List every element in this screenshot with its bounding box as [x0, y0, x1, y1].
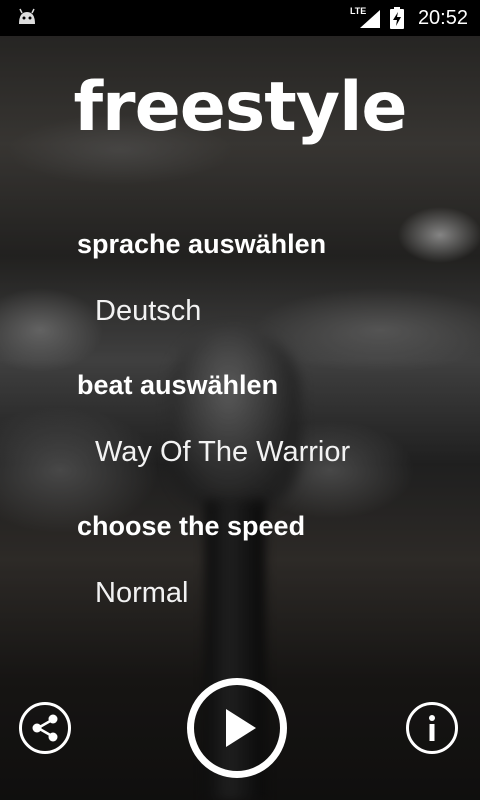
beat-value[interactable]: Way Of The Warrior	[95, 436, 350, 469]
beat-heading: beat auswählen	[77, 370, 279, 400]
android-debug-icon	[17, 8, 37, 26]
network-type-label: LTE	[349, 6, 367, 16]
status-bar: LTE 20:52	[0, 0, 480, 36]
battery-charging-icon	[389, 7, 404, 29]
info-button[interactable]	[406, 702, 458, 754]
speed-heading: choose the speed	[77, 511, 306, 541]
language-heading: sprache auswählen	[77, 229, 327, 259]
play-icon	[194, 685, 280, 771]
info-icon	[409, 705, 455, 751]
speed-value[interactable]: Normal	[95, 577, 188, 610]
language-value[interactable]: Deutsch	[95, 295, 201, 328]
share-icon	[22, 705, 68, 751]
app-title: freestyle	[73, 68, 407, 147]
share-button[interactable]	[19, 702, 71, 754]
play-button[interactable]	[187, 678, 287, 778]
status-time: 20:52	[417, 6, 468, 29]
signal-icon: LTE	[349, 6, 382, 29]
